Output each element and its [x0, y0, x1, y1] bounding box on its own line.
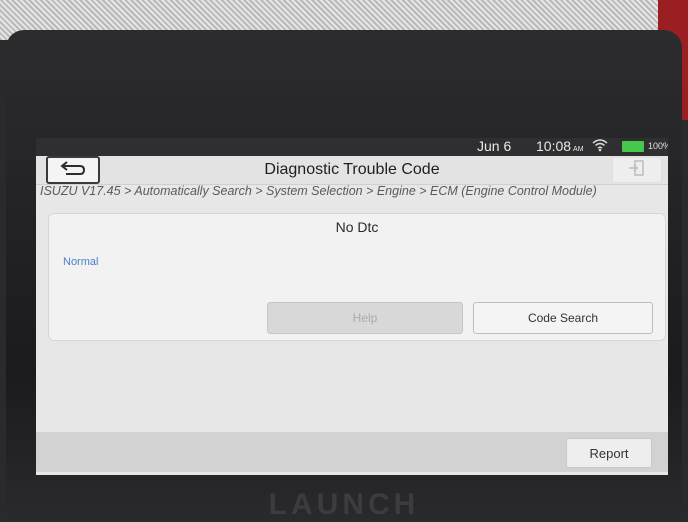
status-time-value: 10:08: [536, 138, 572, 154]
system-status-label: Normal: [63, 256, 99, 268]
dtc-result-header: No Dtc: [335, 219, 379, 235]
breadcrumb: ISUZU V17.45 > Automatically Search > Sy…: [40, 184, 597, 198]
exit-door-icon: [628, 159, 646, 181]
code-search-button[interactable]: Code Search: [473, 302, 653, 334]
status-time: 10:08 AM: [536, 138, 584, 154]
report-button[interactable]: Report: [566, 438, 652, 468]
bottom-action-bar: Report: [36, 432, 668, 472]
wifi-icon: [592, 138, 608, 155]
status-date: Jun 6: [477, 138, 512, 154]
status-ampm: AM: [573, 146, 584, 153]
battery-percent: 100%: [648, 141, 668, 151]
exit-button[interactable]: [612, 157, 662, 183]
page-title: Diagnostic Trouble Code: [264, 161, 440, 178]
title-bar: Diagnostic Trouble Code: [36, 156, 668, 185]
device-brand-logo: LAUNCH: [268, 488, 420, 521]
tablet-screen: Jun 6 10:08AM 100% Diagnostic Trouble Co…: [36, 138, 668, 475]
help-button[interactable]: Help: [267, 302, 463, 334]
dtc-result-card: No Dtc Normal Help Code Search: [48, 213, 666, 341]
status-bar: Jun 6 10:08AM 100%: [36, 138, 668, 156]
battery-icon: [622, 141, 644, 152]
